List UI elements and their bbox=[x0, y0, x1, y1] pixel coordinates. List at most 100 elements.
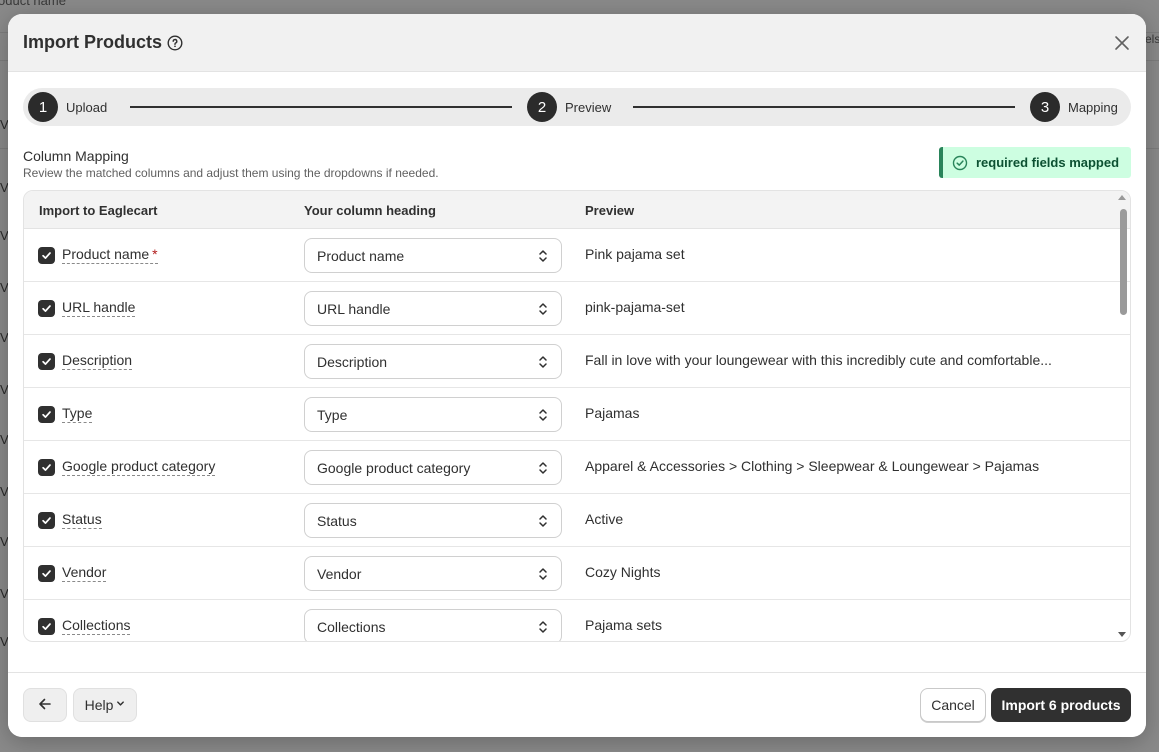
import-products-button[interactable]: Import 6 products bbox=[991, 688, 1131, 722]
chevron-updown-icon bbox=[537, 354, 549, 370]
table-row: Collections Collections Pajama sets bbox=[24, 600, 1130, 641]
preview-value: Fall in love with your loungewear with t… bbox=[585, 352, 1052, 368]
preview-value: Active bbox=[585, 511, 624, 527]
column-select[interactable]: Vendor bbox=[304, 556, 562, 591]
table-row: Vendor Vendor Cozy Nights bbox=[24, 547, 1130, 600]
row-checkbox[interactable] bbox=[38, 459, 55, 476]
help-button[interactable]: Help bbox=[73, 688, 137, 722]
column-select-value: Type bbox=[317, 406, 348, 423]
help-circle-icon[interactable] bbox=[167, 34, 183, 51]
preview-value: Apparel & Accessories > Clothing > Sleep… bbox=[585, 458, 1040, 474]
column-select-value: Product name bbox=[317, 247, 405, 264]
row-checkbox[interactable] bbox=[38, 247, 55, 264]
modal-header: Import Products bbox=[8, 14, 1146, 72]
column-select[interactable]: Type bbox=[304, 397, 562, 432]
scroll-down-icon[interactable] bbox=[1118, 632, 1126, 637]
step-label: Preview bbox=[565, 99, 612, 115]
row-checkbox[interactable] bbox=[38, 512, 55, 529]
table-row: Description Description Fall in love wit… bbox=[24, 335, 1130, 388]
chevron-updown-icon bbox=[537, 248, 549, 264]
preview-value: Cozy Nights bbox=[585, 564, 661, 580]
back-button[interactable] bbox=[23, 688, 67, 722]
section-subtitle: Review the matched columns and adjust th… bbox=[23, 166, 439, 180]
chevron-down-icon bbox=[116, 699, 125, 711]
column-select[interactable]: Collections bbox=[304, 609, 562, 641]
chevron-updown-icon bbox=[537, 619, 549, 635]
required-marker: * bbox=[152, 246, 158, 262]
row-checkbox[interactable] bbox=[38, 565, 55, 582]
step-number: 2 bbox=[527, 92, 557, 122]
chevron-updown-icon bbox=[537, 513, 549, 529]
row-checkbox[interactable] bbox=[38, 618, 55, 635]
chevron-updown-icon bbox=[537, 407, 549, 423]
arrow-left-icon bbox=[37, 696, 53, 715]
field-name[interactable]: Status bbox=[62, 511, 102, 529]
close-icon[interactable] bbox=[1112, 33, 1132, 53]
field-name[interactable]: Collections bbox=[62, 617, 131, 635]
column-select[interactable]: Status bbox=[304, 503, 562, 538]
scrollbar-thumb[interactable] bbox=[1120, 209, 1127, 315]
field-name-text: Type bbox=[62, 405, 93, 421]
status-badge: required fields mapped bbox=[939, 147, 1131, 178]
column-select-value: URL handle bbox=[317, 300, 391, 317]
field-name[interactable]: Type bbox=[62, 405, 93, 423]
field-name-text: Vendor bbox=[62, 564, 107, 580]
import-stepper: 1 Upload 2 Preview 3 Mapping bbox=[23, 88, 1131, 126]
preview-value: Pajama sets bbox=[585, 617, 663, 633]
chevron-updown-icon bbox=[537, 566, 549, 582]
field-name-text: Collections bbox=[62, 617, 131, 633]
vertical-scrollbar[interactable] bbox=[1114, 191, 1130, 641]
field-name[interactable]: Description bbox=[62, 352, 133, 370]
step-connector bbox=[130, 106, 512, 108]
import-products-modal: Import Products 1 Upload 2 Preview 3 Map… bbox=[8, 14, 1146, 737]
column-select[interactable]: URL handle bbox=[304, 291, 562, 326]
column-select-value: Status bbox=[317, 512, 357, 529]
section-title: Column Mapping bbox=[23, 148, 129, 164]
step-mapping: 3 Mapping bbox=[1030, 92, 1118, 122]
column-select-value: Collections bbox=[317, 618, 386, 635]
field-name[interactable]: Vendor bbox=[62, 564, 107, 582]
bg-column-header: oduct name bbox=[0, 0, 66, 8]
table-row: Google product category Google product c… bbox=[24, 441, 1130, 494]
row-checkbox[interactable] bbox=[38, 300, 55, 317]
step-label: Mapping bbox=[1068, 99, 1118, 115]
column-header-your-column: Your column heading bbox=[304, 203, 436, 218]
status-badge-text: required fields mapped bbox=[976, 155, 1120, 170]
column-select[interactable]: Google product category bbox=[304, 450, 562, 485]
step-upload: 1 Upload bbox=[28, 92, 107, 122]
modal-title: Import Products bbox=[23, 32, 163, 52]
check-circle-icon bbox=[952, 155, 968, 171]
column-select-value: Description bbox=[317, 353, 388, 370]
scroll-up-icon[interactable] bbox=[1118, 195, 1126, 200]
help-button-label: Help bbox=[84, 697, 114, 713]
column-select-value: Vendor bbox=[317, 565, 362, 582]
column-select-value: Google product category bbox=[317, 459, 471, 476]
preview-value: pink-pajama-set bbox=[585, 299, 685, 315]
chevron-updown-icon bbox=[537, 301, 549, 317]
field-name[interactable]: Product name * bbox=[62, 246, 158, 264]
column-header-preview: Preview bbox=[585, 203, 635, 218]
column-header-import: Import to Eaglecart bbox=[39, 203, 158, 218]
field-name-text: URL handle bbox=[62, 299, 136, 315]
field-name-text: Product name bbox=[62, 246, 150, 262]
step-label: Upload bbox=[66, 99, 108, 115]
field-name[interactable]: Google product category bbox=[62, 458, 216, 476]
row-checkbox[interactable] bbox=[38, 353, 55, 370]
table-row: Type Type Pajamas bbox=[24, 388, 1130, 441]
cancel-button[interactable]: Cancel bbox=[920, 688, 986, 722]
preview-value: Pajamas bbox=[585, 405, 640, 421]
modal-footer: Help Cancel Import 6 products bbox=[8, 672, 1146, 737]
field-name[interactable]: URL handle bbox=[62, 299, 136, 317]
field-name-text: Status bbox=[62, 511, 102, 527]
table-row: Product name * Product name Pink pajama s… bbox=[24, 229, 1130, 282]
step-number: 3 bbox=[1030, 92, 1060, 122]
preview-value: Pink pajama set bbox=[585, 246, 685, 262]
column-select[interactable]: Description bbox=[304, 344, 562, 379]
row-checkbox[interactable] bbox=[38, 406, 55, 423]
bg-column-header-right: els bbox=[1145, 32, 1159, 46]
table-body: Product name * Product name Pink pajama s… bbox=[24, 229, 1130, 641]
chevron-updown-icon bbox=[537, 460, 549, 476]
step-connector bbox=[633, 106, 1015, 108]
field-name-text: Google product category bbox=[62, 458, 216, 474]
column-select[interactable]: Product name bbox=[304, 238, 562, 273]
